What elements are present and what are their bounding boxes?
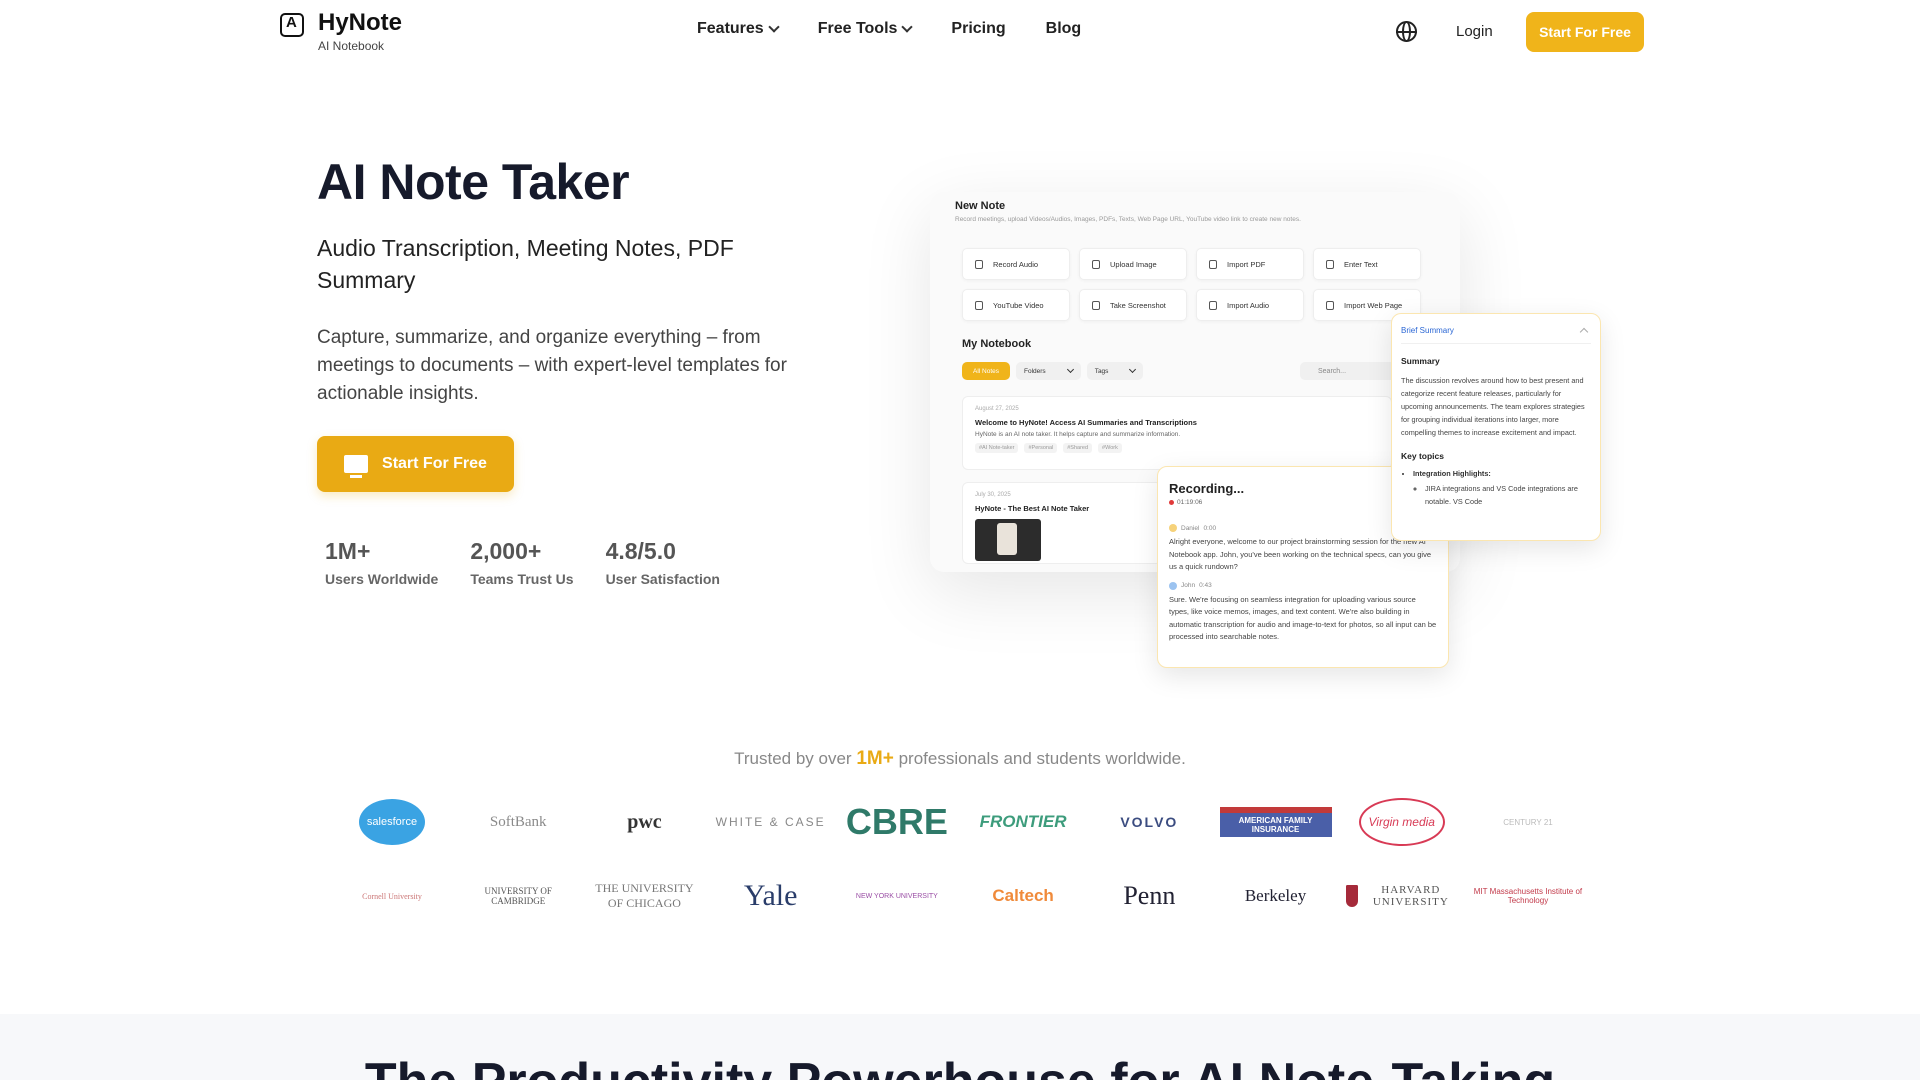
enter-text-action: Enter Text xyxy=(1313,248,1421,280)
file-icon xyxy=(1209,259,1217,269)
speaker-label: John 0:43 xyxy=(1169,581,1437,590)
chicago-logo: THE UNIVERSITY OF CHICAGO xyxy=(595,881,694,910)
all-notes-filter: All Notes xyxy=(962,362,1010,380)
penn-logo: Penn xyxy=(1123,881,1176,910)
brand-subtitle: AI Notebook xyxy=(318,39,385,53)
avatar xyxy=(1169,524,1177,532)
mit-logo: MIT Massachusetts Institute of Technolog… xyxy=(1473,887,1583,905)
cornell-logo: Cornell University xyxy=(362,891,422,901)
hero-stats: 1M+ Users Worldwide 2,000+ Teams Trust U… xyxy=(325,538,752,587)
yale-logo: Yale xyxy=(743,879,798,912)
hero-subtitle: Audio Transcription, Meeting Notes, PDF … xyxy=(317,235,734,293)
record-audio-action: Record Audio xyxy=(962,248,1070,280)
notebook-filters: All Notes Folders Tags xyxy=(962,362,1144,380)
start-free-hero-button[interactable]: Start For Free xyxy=(317,436,514,492)
youtube-video-action: YouTube Video xyxy=(962,289,1070,321)
link-icon xyxy=(1326,300,1334,310)
company-logos: salesforce SoftBank pwc WHITE & CASE CBR… xyxy=(336,792,1584,852)
new-note-actions: Record Audio Upload Image Import PDF Ent… xyxy=(962,248,1421,321)
brand-logo[interactable]: HyNote AI Notebook xyxy=(280,10,402,53)
stat-satisfaction: 4.8/5.0 User Satisfaction xyxy=(605,538,720,587)
white-case-logo: WHITE & CASE xyxy=(715,815,826,829)
hynote-logo-icon xyxy=(280,13,304,37)
nav-free-tools[interactable]: Free Tools xyxy=(818,20,914,38)
waveform-icon xyxy=(1209,300,1217,310)
softbank-logo: SoftBank xyxy=(489,813,547,830)
notebook-search: Search... xyxy=(1300,362,1400,380)
volvo-logo: VOLVO xyxy=(1120,814,1179,830)
nav-pricing[interactable]: Pricing xyxy=(951,20,1005,38)
start-free-nav-button[interactable]: Start For Free xyxy=(1526,12,1644,52)
folders-filter: Folders xyxy=(1016,362,1081,380)
import-pdf-action: Import PDF xyxy=(1196,248,1304,280)
avatar xyxy=(1169,581,1177,590)
chevron-down-icon xyxy=(901,21,914,33)
pencil-icon xyxy=(1326,259,1334,269)
salesforce-logo: salesforce xyxy=(336,799,448,845)
pwc-logo: pwc xyxy=(627,810,662,833)
chevron-down-icon xyxy=(768,21,780,33)
american-family-logo: AMERICAN FAMILY INSURANCE xyxy=(1219,807,1332,837)
frontier-logo: FRONTIER xyxy=(979,812,1067,831)
chevron-down-icon xyxy=(1066,365,1074,373)
new-note-hint: Record meetings, upload Videos/Audios, I… xyxy=(955,216,1301,223)
caltech-logo: Caltech xyxy=(992,886,1054,905)
page: { "nav": { "brand": "HyNote", "brand_sub… xyxy=(0,0,1920,1080)
globe-language-icon[interactable] xyxy=(1396,21,1417,42)
tags-filter: Tags xyxy=(1086,362,1144,380)
play-icon xyxy=(975,300,983,310)
century21-logo: CENTURY 21 xyxy=(1503,817,1553,827)
import-audio-action: Import Audio xyxy=(1196,289,1304,321)
cbre-logo: CBRE xyxy=(845,801,948,842)
nyu-logo: NEW YORK UNIVERSITY xyxy=(855,892,938,900)
university-logos: Cornell University UNIVERSITY OF CAMBRID… xyxy=(336,872,1584,920)
record-dot-icon xyxy=(1169,500,1174,505)
login-link[interactable]: Login xyxy=(1456,23,1493,40)
upload-image-action: Upload Image xyxy=(1079,248,1187,280)
new-note-heading: New Note xyxy=(955,200,1006,212)
stat-teams: 2,000+ Teams Trust Us xyxy=(470,538,574,587)
stat-users: 1M+ Users Worldwide xyxy=(325,538,439,587)
hero-description: Capture, summarize, and organize everyth… xyxy=(317,327,787,404)
note-card: July 30, 2025 HyNote - The Best AI Note … xyxy=(962,482,1162,564)
brand-name: HyNote xyxy=(318,9,403,36)
nav-links: Features Free Tools Pricing Blog xyxy=(697,20,1121,38)
monitor-icon xyxy=(344,455,369,478)
note-card: August 27, 2025 Welcome to HyNote! Acces… xyxy=(962,396,1392,470)
trusted-tagline: Trusted by over 1M+ professionals and st… xyxy=(734,748,1186,769)
harvard-shield-icon xyxy=(1345,885,1358,907)
top-nav: HyNote AI Notebook Features Free Tools P… xyxy=(0,0,1920,68)
chevron-down-icon xyxy=(1129,365,1137,373)
section-title: The Productivity Powerhouse for AI Note-… xyxy=(0,1052,1920,1080)
summary-panel: Brief Summary Summary The discussion rev… xyxy=(1391,313,1601,541)
nav-blog[interactable]: Blog xyxy=(1046,20,1082,38)
berkeley-logo: Berkeley xyxy=(1244,886,1307,905)
hero-title: AI Note Taker xyxy=(317,154,630,210)
chevron-up-icon xyxy=(1579,327,1589,337)
summary-header: Brief Summary xyxy=(1401,326,1591,344)
take-screenshot-action: Take Screenshot xyxy=(1079,289,1187,321)
notebook-heading: My Notebook xyxy=(962,338,1032,350)
virgin-media-logo: Virgin media xyxy=(1346,798,1458,846)
video-thumbnail xyxy=(975,519,1041,561)
harvard-logo: HARVARD UNIVERSITY xyxy=(1345,884,1458,908)
app-mockup: New Note Record meetings, upload Videos/… xyxy=(955,200,1455,564)
nav-features[interactable]: Features xyxy=(697,20,780,38)
cambridge-logo: UNIVERSITY OF CAMBRIDGE xyxy=(484,886,552,906)
microphone-icon xyxy=(975,259,983,269)
image-icon xyxy=(1092,259,1100,269)
camera-icon xyxy=(1092,300,1100,310)
